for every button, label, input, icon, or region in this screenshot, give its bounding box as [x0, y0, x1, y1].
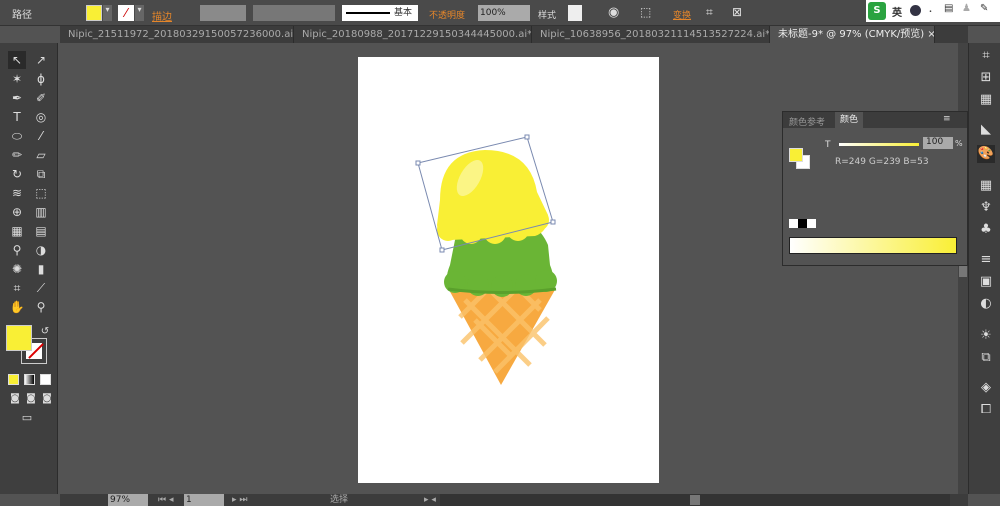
- swatches-icon[interactable]: ▦: [977, 177, 995, 195]
- symbols-icon[interactable]: ♣: [977, 221, 995, 239]
- color-spectrum-bar[interactable]: [789, 237, 957, 254]
- yellow-scoop[interactable]: [437, 150, 549, 244]
- links-icon[interactable]: ⧠: [977, 401, 995, 419]
- percent-label: %: [955, 139, 963, 148]
- color-panel: 颜色参考 颜色 ≡ T 100 % R=249 G=239 B=53: [782, 111, 968, 266]
- tint-channel-label: T: [825, 140, 831, 150]
- transform-panel-icon[interactable]: ⊞: [977, 69, 995, 87]
- color-panel-icon[interactable]: 🎨: [977, 145, 995, 163]
- zoom-select[interactable]: 97%: [108, 494, 148, 506]
- h-scroll-thumb[interactable]: [690, 495, 700, 505]
- gradient-panel-icon[interactable]: ◣: [977, 121, 995, 139]
- current-tool-label: 选择: [330, 495, 349, 505]
- white-swatch[interactable]: [807, 219, 816, 228]
- cone[interactable]: [448, 288, 556, 385]
- black-swatch[interactable]: [798, 219, 807, 228]
- gradient-swatch-icon[interactable]: ▣: [977, 273, 995, 291]
- right-panel-dock: ⌗ ⊞ ▦ ◣ 🎨 ▦ ♆ ♣ ≡ ▣ ◐ ☀ ⧉ ◈ ⧠: [968, 43, 1000, 494]
- horizontal-scrollbar[interactable]: [440, 494, 950, 506]
- panel-menu-icon[interactable]: ≡: [943, 114, 951, 124]
- artboards-icon[interactable]: ⌗: [977, 47, 995, 65]
- next-artboard-icon[interactable]: ▸ ⏭: [232, 494, 247, 506]
- tab-color[interactable]: 颜色: [835, 112, 864, 128]
- graphic-styles-icon[interactable]: ⧉: [977, 349, 995, 367]
- appearance-icon[interactable]: ☀: [977, 327, 995, 345]
- status-arrow-icon[interactable]: ▸ ◂: [424, 494, 436, 506]
- artboard-number-input[interactable]: 1: [184, 494, 224, 506]
- brushes-icon[interactable]: ♆: [977, 199, 995, 217]
- tint-input[interactable]: 100: [923, 137, 953, 149]
- rgb-readout: R=249 G=239 B=53: [835, 157, 929, 167]
- align-panel-icon[interactable]: ▦: [977, 91, 995, 109]
- stroke-panel-icon[interactable]: ≡: [977, 251, 995, 269]
- fill-color-swatch[interactable]: [6, 325, 32, 351]
- panel-fill-swatch[interactable]: [789, 148, 803, 162]
- none-swatch[interactable]: [789, 219, 798, 228]
- status-bar: 97% ⏮ ◂ 1 ▸ ⏭ 选择 ▸ ◂: [60, 494, 968, 506]
- layers-icon[interactable]: ◈: [977, 379, 995, 397]
- tint-slider[interactable]: [839, 143, 919, 146]
- transparency-icon[interactable]: ◐: [977, 295, 995, 313]
- color-panel-header: 颜色参考 颜色 ≡: [783, 112, 967, 128]
- scroll-thumb[interactable]: [959, 265, 967, 277]
- prev-artboard-icon[interactable]: ⏮ ◂: [158, 494, 173, 506]
- tab-color-guide[interactable]: 颜色参考: [789, 115, 825, 128]
